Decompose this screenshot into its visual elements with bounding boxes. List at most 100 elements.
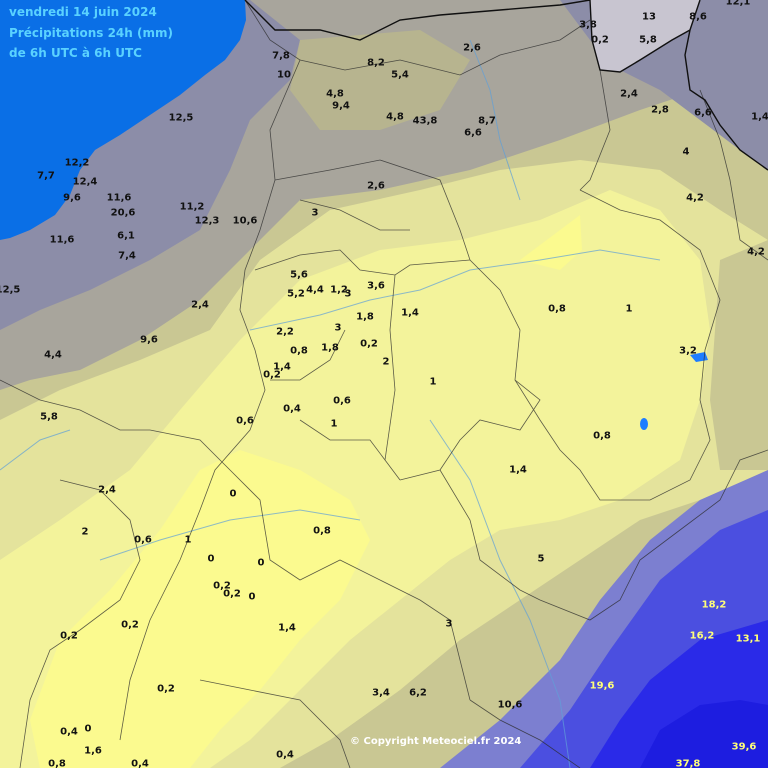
precip-value: 11,6 [106,192,132,204]
map-title: Précipitations 24h (mm) [9,26,173,40]
precip-value: 8,6 [689,11,707,23]
precip-value: 2,4 [620,88,638,100]
precip-value: 0,2 [157,683,175,695]
precip-value: 12,1 [725,0,751,8]
precip-value: 10 [277,69,291,81]
precip-value: 6,6 [694,107,712,119]
precip-value: 13,1 [735,633,761,645]
precip-value: 1,4 [509,464,527,476]
precip-value: 6,1 [117,230,135,242]
precip-value: 0,4 [276,749,294,761]
precip-value: 4,8 [386,111,404,123]
precip-value: 0 [229,488,237,500]
precip-value: 0,6 [134,534,152,546]
precip-value: 1 [625,303,633,315]
precip-value: 5,4 [391,69,409,81]
precip-value: 0,4 [283,403,301,415]
precip-value: 2 [81,526,89,538]
precip-value: 4,2 [747,246,765,258]
precip-value: 12,5 [168,112,194,124]
precip-value: 3 [311,207,319,219]
precip-value: 1,6 [84,745,102,757]
precip-value: 4 [682,146,690,158]
precip-value: 2,6 [367,180,385,192]
precip-value: 4,8 [326,88,344,100]
precip-value: 0,8 [290,345,308,357]
precip-value: 0,8 [313,525,331,537]
precip-value: 0,6 [236,415,254,427]
precip-value: 5,8 [40,411,58,423]
precip-value: 3,2 [679,345,697,357]
precip-value: 10,6 [497,699,523,711]
precip-value: 11,2 [179,201,205,213]
precip-value: 2,2 [276,326,294,338]
precip-value: 37,8 [675,758,701,768]
precip-value: 0,4 [131,758,149,768]
precip-value: 8,7 [478,115,496,127]
precip-value: 1,4 [401,307,419,319]
precip-value: 2,4 [98,484,116,496]
precip-value: 0,8 [48,758,66,768]
precip-value: 1,4 [278,622,296,634]
precip-value: 3,6 [367,280,385,292]
precip-value: 0,2 [591,34,609,46]
precip-value: 0 [84,723,92,735]
precip-value: 9,6 [63,192,81,204]
precip-value: 10,6 [232,215,258,227]
precip-value: 3 [344,288,352,300]
precip-value: 2,4 [191,299,209,311]
precip-value: 0,2 [223,588,241,600]
precip-value: 6,2 [409,687,427,699]
precip-value: 8,2 [367,57,385,69]
precip-value: 0,2 [60,630,78,642]
precip-value: 1,8 [356,311,374,323]
precip-value: 0,8 [548,303,566,315]
precip-value: 7,8 [272,50,290,62]
precip-value: 5,2 [287,288,305,300]
precip-value: 6,6 [464,127,482,139]
precip-value: 3 [445,618,453,630]
precip-value: 7,4 [118,250,136,262]
precip-value: 5,8 [639,34,657,46]
precip-value: 39,6 [731,741,757,753]
copyright: © Copyright Meteociel.fr 2024 [350,736,522,747]
map-date: vendredi 14 juin 2024 [9,5,157,19]
precip-value: 5,6 [290,269,308,281]
precip-value: 4,4 [306,284,324,296]
precip-value: 12,4 [72,176,98,188]
map-period: de 6h UTC à 6h UTC [9,46,142,60]
precip-value: 20,6 [110,207,136,219]
precip-value: 4,4 [44,349,62,361]
precip-value: 5 [537,553,545,565]
precip-value: 0 [207,553,215,565]
precip-value: 3,8 [579,19,597,31]
precip-value: 16,2 [689,630,715,642]
precip-value: 2 [382,356,390,368]
precip-value: 18,2 [701,599,727,611]
precip-value: 9,6 [140,334,158,346]
precip-value: 12,5 [0,284,21,296]
precip-value: 0,8 [593,430,611,442]
precip-value: 13 [642,11,656,23]
precip-value: 0,6 [333,395,351,407]
precip-value: 12,2 [64,157,90,169]
precip-value: 9,4 [332,100,350,112]
precip-value: 12,3 [194,215,220,227]
precip-value: 0 [257,557,265,569]
precip-value: 43,8 [412,115,438,127]
precip-value: 2,6 [463,42,481,54]
precip-value: 3,4 [372,687,390,699]
precipitation-map[interactable]: vendredi 14 juin 2024 Précipitations 24h… [0,0,768,768]
precip-value: 2,8 [651,104,669,116]
lake-spot-2 [640,418,648,430]
precip-value: 1 [184,534,192,546]
precip-value: 0,2 [360,338,378,350]
precip-value: 4,2 [686,192,704,204]
precip-value: 1,8 [321,342,339,354]
precip-value: 1 [330,418,338,430]
precip-value: 3 [334,322,342,334]
precip-value: 0 [248,591,256,603]
precip-value: 1 [429,376,437,388]
precip-value: 0,4 [60,726,78,738]
precip-value: 0,2 [263,369,281,381]
